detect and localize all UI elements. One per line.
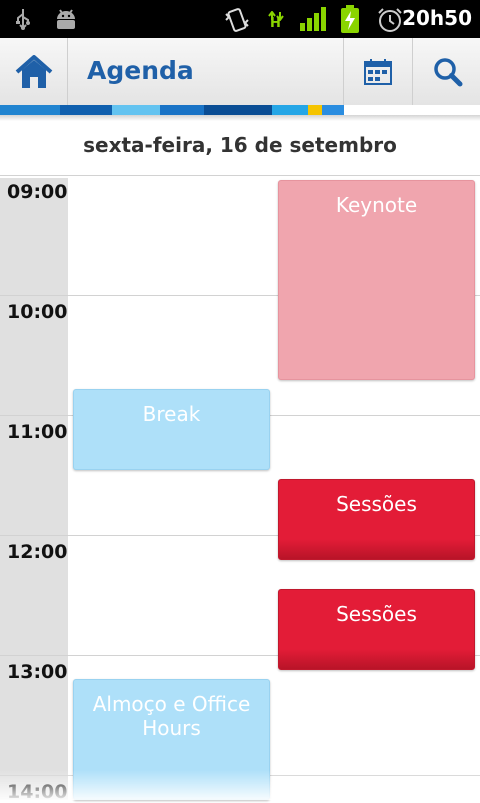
event-title: Sessões <box>336 492 417 516</box>
alarm-icon <box>378 8 402 32</box>
hour-label: 13:00 <box>7 661 68 683</box>
data-hspa-icon: H <box>268 6 284 32</box>
action-bar-divider <box>67 38 68 105</box>
day-header: sexta-feira, 16 de setembro <box>83 133 397 157</box>
page-title: Agenda <box>87 56 194 85</box>
usb-icon <box>16 9 30 30</box>
search-icon <box>434 58 463 87</box>
color-strip-segment <box>308 105 322 115</box>
action-bar: Agenda <box>0 38 480 105</box>
clock: 20h50 <box>402 6 472 30</box>
hour-label: 10:00 <box>7 301 68 323</box>
event-title: Break <box>142 402 201 426</box>
color-strip-segment <box>160 105 204 115</box>
network-type-label: H <box>270 16 281 31</box>
calendar-icon <box>364 59 392 85</box>
bottom-fade <box>0 770 480 800</box>
home-button[interactable] <box>0 38 67 105</box>
calendar-button[interactable] <box>344 38 412 105</box>
hour-label: 09:00 <box>7 181 68 203</box>
home-icon <box>15 55 53 88</box>
color-strip-segment <box>0 105 60 115</box>
status-bar: H 20h50 <box>0 0 480 38</box>
agenda-event[interactable]: Break <box>73 389 270 470</box>
agenda-event[interactable]: Sessões <box>278 479 475 560</box>
event-title: Almoço e Office Hours <box>92 692 251 740</box>
header-shadow <box>0 115 480 121</box>
color-strip-segment <box>112 105 160 115</box>
battery-charging-icon <box>341 5 359 33</box>
color-strip-segment <box>204 105 272 115</box>
agenda-event[interactable]: Sessões <box>278 589 475 670</box>
hour-line <box>0 175 480 176</box>
color-strip <box>0 105 480 115</box>
hour-label: 12:00 <box>7 541 68 563</box>
color-strip-segment <box>60 105 112 115</box>
vibrate-icon <box>225 8 249 32</box>
search-button[interactable] <box>413 38 480 105</box>
android-debug-icon <box>57 9 75 29</box>
hour-label: 11:00 <box>7 421 68 443</box>
event-title: Sessões <box>336 602 417 626</box>
agenda-event[interactable]: Keynote <box>278 180 475 380</box>
signal-icon <box>300 7 326 31</box>
color-strip-segment <box>272 105 308 115</box>
color-strip-segment <box>322 105 344 115</box>
hour-column <box>0 178 68 800</box>
event-title: Keynote <box>335 193 418 217</box>
